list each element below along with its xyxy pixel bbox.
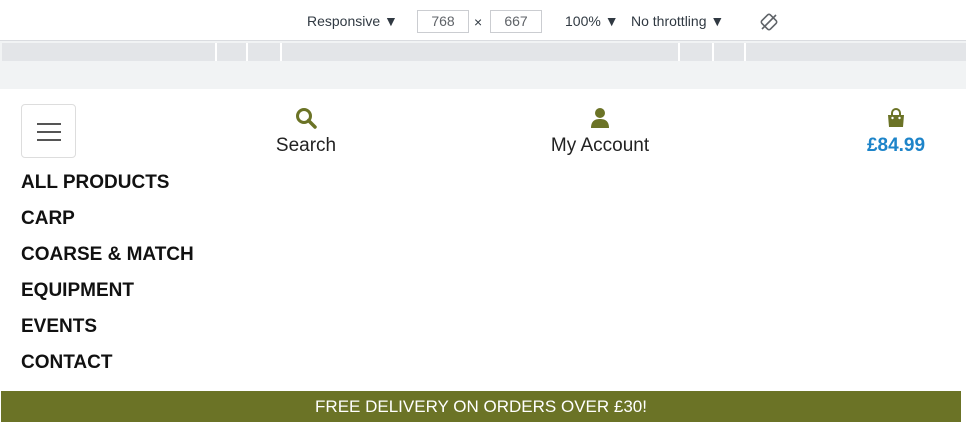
media-query-divider [678, 43, 680, 61]
throttling-dropdown[interactable]: No throttling ▼ [631, 13, 724, 29]
account-label: My Account [550, 135, 650, 156]
nav-item-coarse-match[interactable]: COARSE & MATCH [21, 243, 194, 279]
user-icon [591, 108, 609, 128]
search-label: Search [275, 135, 337, 156]
media-query-segment[interactable] [2, 43, 966, 61]
viewport-height-input[interactable]: 667 [490, 10, 542, 33]
nav-item-carp[interactable]: CARP [21, 207, 194, 243]
media-query-divider [215, 43, 217, 61]
search-link[interactable]: Search [266, 107, 346, 157]
page-viewport: Search My Account £84.99 ALL PRODUCTS CA… [0, 89, 962, 426]
media-query-bar [0, 41, 966, 63]
free-delivery-banner: FREE DELIVERY ON ORDERS OVER £30! [1, 391, 961, 422]
viewport-width-input[interactable]: 768 [417, 10, 469, 33]
nav-item-all-products[interactable]: ALL PRODUCTS [21, 171, 194, 207]
device-mode-dropdown[interactable]: Responsive ▼ [307, 13, 398, 29]
media-query-divider [246, 43, 248, 61]
shopping-bag-icon [888, 108, 904, 127]
my-account-link[interactable]: My Account [540, 107, 660, 157]
cart-link[interactable]: £84.99 [856, 107, 936, 157]
throttling-label: No throttling [631, 13, 707, 29]
search-icon [296, 108, 317, 129]
viewport-margin [0, 63, 966, 89]
chevron-down-icon: ▼ [604, 13, 619, 29]
zoom-label: 100% [565, 13, 601, 29]
hamburger-icon [37, 131, 61, 133]
cart-total: £84.99 [866, 135, 926, 156]
nav-item-equipment[interactable]: EQUIPMENT [21, 279, 194, 315]
media-query-divider [712, 43, 714, 61]
chevron-down-icon: ▼ [710, 13, 725, 29]
device-toolbar: Responsive ▼ 768 × 667 100% ▼ No throttl… [0, 0, 966, 41]
hamburger-icon [37, 139, 61, 141]
nav-item-events[interactable]: EVENTS [21, 315, 194, 351]
nav-item-contact[interactable]: CONTACT [21, 351, 194, 387]
device-mode-label: Responsive [307, 13, 381, 29]
zoom-dropdown[interactable]: 100% ▼ [565, 13, 619, 29]
rotate-icon[interactable] [759, 12, 779, 32]
main-nav-menu: ALL PRODUCTS CARP COARSE & MATCH EQUIPME… [21, 171, 194, 387]
chevron-down-icon: ▼ [384, 13, 398, 29]
menu-toggle-button[interactable] [21, 104, 76, 158]
hamburger-icon [37, 123, 61, 125]
dimension-separator: × [474, 14, 483, 30]
media-query-divider [744, 43, 746, 61]
media-query-divider [280, 43, 282, 61]
